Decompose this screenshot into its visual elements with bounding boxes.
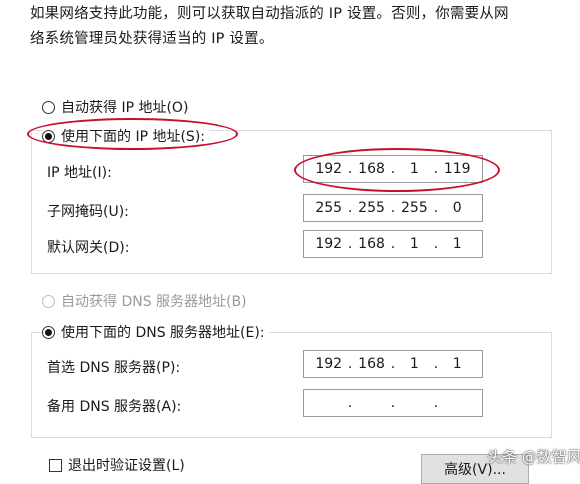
ip-octet: 255 (401, 200, 428, 216)
ip-octet: 168 (358, 356, 385, 372)
radio-icon (42, 100, 55, 114)
auto-dns-radio[interactable]: 自动获得 DNS 服务器地址(B) (42, 291, 247, 311)
auto-ip-label: 自动获得 IP 地址(O) (61, 100, 189, 116)
description-line-2: 络系统管理员处获得适当的 IP 设置。 (30, 31, 274, 47)
radio-selected-icon (42, 325, 55, 339)
ip-octet: 1 (452, 356, 462, 372)
preferred-dns-label: 首选 DNS 服务器(P): (47, 360, 181, 376)
ip-octet: 255 (358, 200, 385, 216)
ip-octet: 168 (358, 236, 385, 252)
ip-address-annotation (294, 148, 500, 192)
watermark: 头条 @数智风 (487, 448, 580, 466)
ip-octet: 1 (409, 236, 419, 252)
alternate-dns-input[interactable]: . . . (303, 389, 483, 417)
ip-octet: 192 (315, 356, 343, 372)
validate-on-exit-checkbox[interactable]: 退出时验证设置(L) (49, 455, 185, 475)
preferred-dns-input[interactable]: 192. 168. 1. 1 (303, 350, 483, 378)
subnet-mask-label: 子网掩码(U): (47, 204, 129, 220)
checkbox-icon (49, 458, 62, 472)
ip-address-label: IP 地址(I): (47, 165, 112, 181)
manual-dns-radio[interactable]: 使用下面的 DNS 服务器地址(E): (42, 322, 269, 342)
description-line-1: 如果网络支持此功能，则可以获取自动指派的 IP 设置。否则，你需要从网 (30, 6, 509, 22)
auto-dns-label: 自动获得 DNS 服务器地址(B) (61, 294, 247, 310)
ip-octet: 1 (452, 236, 462, 252)
radio-icon (42, 294, 55, 308)
ip-octet: 1 (409, 356, 419, 372)
auto-ip-radio[interactable]: 自动获得 IP 地址(O) (42, 97, 188, 117)
default-gateway-input[interactable]: 192. 168. 1. 1 (303, 230, 483, 258)
alternate-dns-label: 备用 DNS 服务器(A): (47, 399, 182, 415)
manual-dns-label: 使用下面的 DNS 服务器地址(E): (61, 325, 265, 341)
default-gateway-label: 默认网关(D): (47, 240, 130, 256)
dns-settings-group (31, 332, 552, 438)
manual-ip-annotation (27, 118, 238, 150)
ip-octet: 255 (315, 200, 343, 216)
ip-octet: 192 (315, 236, 343, 252)
validate-on-exit-label: 退出时验证设置(L) (68, 458, 185, 474)
ip-octet: 0 (452, 200, 462, 216)
subnet-mask-input[interactable]: 255. 255. 255. 0 (303, 194, 483, 222)
